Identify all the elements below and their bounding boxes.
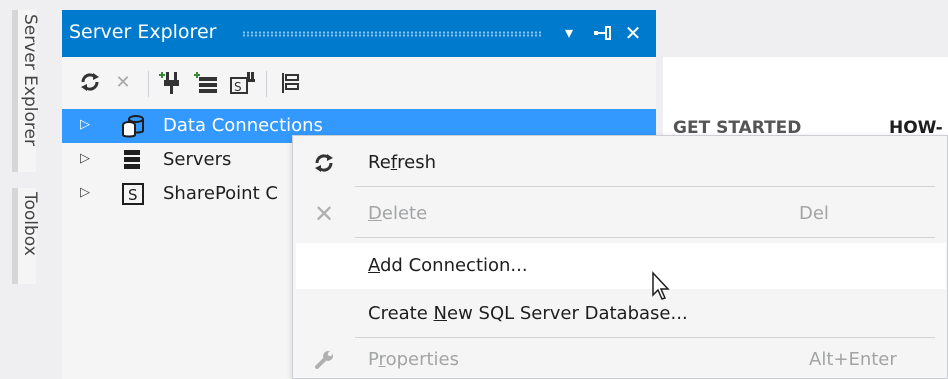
sharepoint-glyph: S	[122, 183, 144, 205]
toolbar-separator	[148, 71, 149, 97]
server-explorer-side-tab-label: Server Explorer	[20, 14, 40, 146]
properties-icon[interactable]	[276, 69, 304, 97]
toolbox-side-tab-label: Toolbox	[20, 192, 40, 256]
expand-arrow-icon[interactable]: ▷	[80, 185, 90, 200]
sharepoint-icon: S	[120, 181, 146, 207]
menu-item-shortcut: Del	[799, 203, 829, 224]
refresh-glyph	[81, 73, 99, 91]
menu-item-label: Properties	[368, 349, 459, 370]
wrench-icon	[311, 347, 337, 373]
stop-icon[interactable]: ✕	[109, 69, 137, 97]
menu-item-create-new-sql-server-database[interactable]: Create New SQL Server Database...	[293, 291, 948, 337]
menu-item-delete[interactable]: ✕ Delete Del	[293, 191, 948, 237]
connect-db-glyph	[159, 72, 179, 94]
refresh-glyph	[315, 154, 333, 172]
menu-item-label: Delete	[368, 203, 428, 224]
tree-item-label: SharePoint C	[163, 183, 278, 204]
properties-glyph	[282, 73, 299, 93]
tree-item-label: Data Connections	[163, 115, 323, 136]
refresh-icon	[311, 150, 337, 176]
menu-item-label: Add Connection...	[368, 255, 528, 276]
connect-to-sharepoint-icon[interactable]: S	[228, 69, 256, 97]
wrench-glyph	[315, 351, 333, 369]
connect-to-server-icon[interactable]	[193, 69, 221, 97]
connect-server-glyph	[194, 72, 217, 93]
tree-item-label: Servers	[163, 149, 232, 170]
document-tab-strip	[663, 10, 948, 57]
menu-item-add-connection[interactable]: Add Connection...	[296, 243, 946, 289]
mouse-pointer-icon	[652, 271, 670, 300]
menu-item-label: Refresh	[368, 152, 436, 173]
server-explorer-side-tab[interactable]: Server Explorer	[12, 10, 40, 172]
toolbox-side-tab[interactable]: Toolbox	[12, 188, 40, 284]
toolbar-separator	[266, 71, 267, 97]
svg-text:S: S	[234, 80, 242, 94]
titlebar-grip	[242, 31, 542, 37]
menu-separator	[355, 186, 935, 187]
delete-icon: ✕	[313, 200, 335, 228]
menu-item-properties[interactable]: Properties Alt+Enter	[293, 337, 948, 379]
server-glyph	[124, 150, 140, 169]
database-glyph	[122, 115, 144, 138]
expand-arrow-icon[interactable]: ▷	[80, 117, 90, 132]
pin-icon[interactable]	[589, 18, 615, 48]
svg-text:S: S	[128, 186, 138, 204]
menu-separator	[355, 237, 935, 238]
context-menu: Refresh ✕ Delete Del Add Connection... C…	[292, 135, 948, 379]
connect-to-database-icon[interactable]	[158, 69, 186, 97]
menu-item-shortcut: Alt+Enter	[809, 349, 897, 370]
panel-titlebar[interactable]: Server Explorer ▾ ✕	[62, 10, 656, 57]
panel-title: Server Explorer	[69, 21, 217, 43]
server-icon	[120, 147, 146, 173]
database-icon	[120, 113, 146, 139]
dropdown-icon[interactable]: ▾	[556, 18, 582, 48]
menu-item-refresh[interactable]: Refresh	[293, 140, 948, 186]
menu-item-label: Create New SQL Server Database...	[368, 303, 688, 324]
connect-sharepoint-glyph: S	[230, 72, 255, 94]
pin-glyph	[594, 26, 611, 40]
close-icon[interactable]: ✕	[620, 18, 646, 48]
refresh-icon[interactable]	[76, 69, 104, 97]
panel-toolbar: ✕ S	[62, 57, 656, 109]
expand-arrow-icon[interactable]: ▷	[80, 151, 90, 166]
side-tool-strip: Server Explorer Toolbox	[0, 0, 48, 379]
